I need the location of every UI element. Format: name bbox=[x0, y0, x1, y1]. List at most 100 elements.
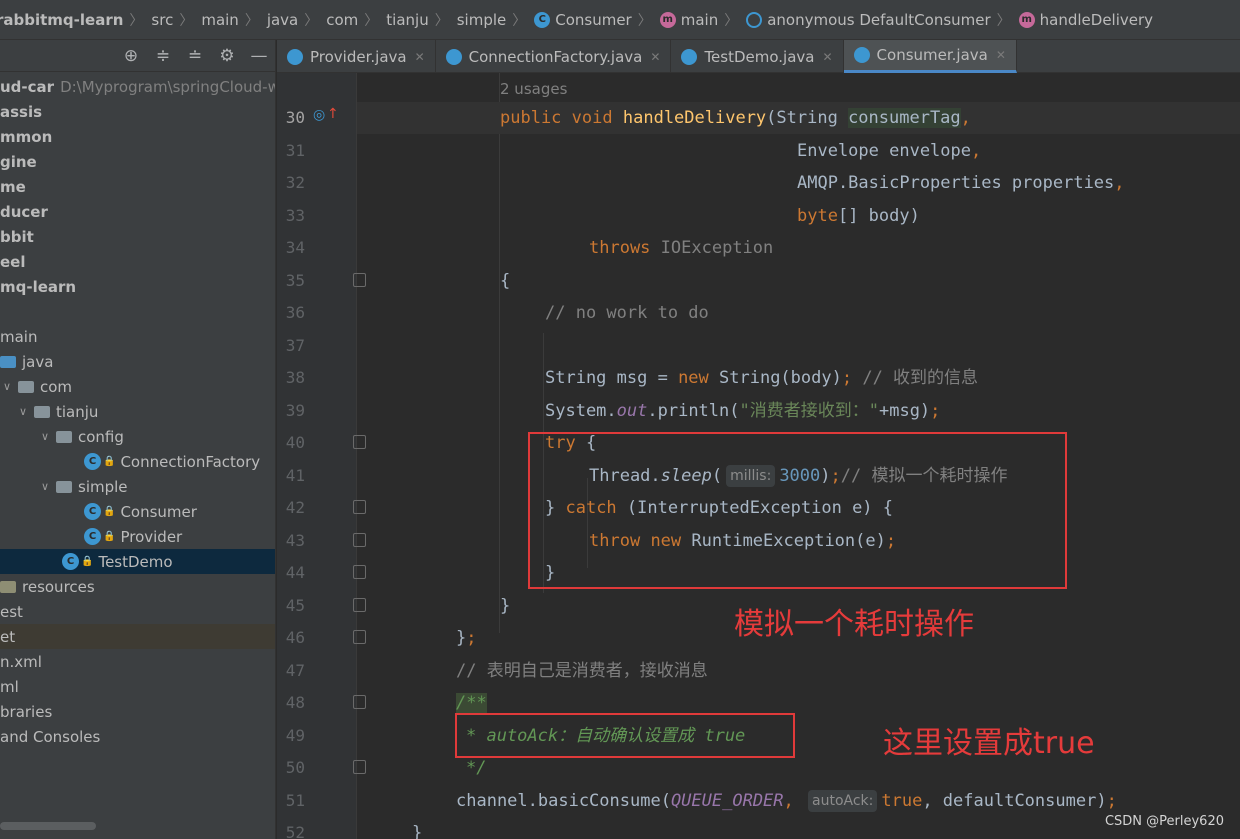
tree-item-java[interactable]: java bbox=[0, 349, 275, 374]
breadcrumb-label: rabbitmq-learn bbox=[0, 10, 124, 29]
tree-item-com[interactable]: ∨ com bbox=[0, 374, 275, 399]
chevron-down-icon[interactable]: ∨ bbox=[38, 430, 52, 443]
code-token: out bbox=[616, 401, 648, 421]
project-toolbar: ⊕ ≑ ≐ ⚙ — bbox=[0, 40, 275, 72]
tree-item-config[interactable]: ∨ config bbox=[0, 424, 275, 449]
breadcrumb-item-handle-delivery[interactable]: m handleDelivery bbox=[1018, 0, 1154, 39]
close-icon[interactable]: ✕ bbox=[996, 48, 1006, 62]
close-icon[interactable]: ✕ bbox=[650, 50, 660, 64]
tree-item-module[interactable]: assis bbox=[0, 99, 275, 124]
tree-item-external-libraries[interactable]: braries bbox=[0, 699, 275, 724]
arrow-up-icon[interactable]: ↑ bbox=[327, 106, 339, 122]
tree-item-xml[interactable]: ml bbox=[0, 674, 275, 699]
line-number: 38 bbox=[285, 368, 305, 387]
tree-item-test[interactable]: est bbox=[0, 599, 275, 624]
close-icon[interactable]: ✕ bbox=[415, 50, 425, 64]
code-token: // 表明自己是消费者，接收消息 bbox=[456, 661, 708, 681]
breadcrumb-item-main[interactable]: main 〉 bbox=[201, 0, 266, 39]
class-icon bbox=[853, 47, 870, 63]
override-icon[interactable]: ◎ bbox=[313, 107, 325, 123]
tree-item-blank[interactable] bbox=[0, 299, 275, 324]
package-icon bbox=[56, 430, 72, 443]
code-token: public bbox=[500, 108, 562, 128]
tree-item-label: braries bbox=[0, 702, 53, 721]
close-icon[interactable]: ✕ bbox=[822, 50, 832, 64]
tree-item-resources[interactable]: resources bbox=[0, 574, 275, 599]
code-token: , bbox=[971, 141, 982, 161]
tree-item-connection-factory[interactable]: C 🔒 ConnectionFactory bbox=[0, 449, 275, 474]
code-token: true bbox=[881, 791, 923, 811]
tree-item-module[interactable]: eel bbox=[0, 249, 275, 274]
tree-item-pom[interactable]: n.xml bbox=[0, 649, 275, 674]
tree-item-label: et bbox=[0, 627, 16, 646]
line-number: 35 bbox=[285, 271, 305, 290]
tab-label: Consumer.java bbox=[876, 46, 988, 64]
tree-item-target[interactable]: et bbox=[0, 624, 275, 649]
tree-item-label: java bbox=[22, 352, 54, 371]
code-token: ; bbox=[1106, 791, 1117, 811]
tab-connection-factory[interactable]: ConnectionFactory.java ✕ bbox=[436, 40, 672, 73]
tree-item-module[interactable]: me bbox=[0, 174, 275, 199]
line-number: 43 bbox=[285, 531, 305, 550]
breadcrumb-label: java bbox=[266, 10, 299, 29]
horizontal-scrollbar[interactable] bbox=[0, 822, 96, 830]
line-number: 49 bbox=[285, 726, 305, 745]
collapse-all-icon[interactable]: ≐ bbox=[185, 46, 205, 66]
anonymous-class-icon bbox=[746, 11, 763, 28]
breadcrumb-item-java[interactable]: java 〉 bbox=[266, 0, 326, 39]
line-number: 50 bbox=[285, 758, 305, 777]
tree-item-project[interactable]: ud-car D:\Myprogram\springCloud-w bbox=[0, 74, 275, 99]
chevron-right-icon: 〉 bbox=[364, 12, 379, 29]
tree-item-label: eel bbox=[0, 252, 26, 271]
tree-item-module[interactable]: ducer bbox=[0, 199, 275, 224]
breadcrumb-item-simple[interactable]: simple 〉 bbox=[457, 0, 535, 39]
tree-item-label: Provider bbox=[120, 527, 183, 546]
code-token: .println( bbox=[647, 401, 740, 421]
tree-item-scratches[interactable]: and Consoles bbox=[0, 724, 275, 749]
lock-icon: 🔒 bbox=[103, 531, 116, 542]
settings-icon[interactable]: ⚙ bbox=[217, 46, 237, 66]
breadcrumb-item-com[interactable]: com 〉 bbox=[326, 0, 386, 39]
tab-label: ConnectionFactory.java bbox=[468, 47, 643, 66]
tree-item-module[interactable]: mmon bbox=[0, 124, 275, 149]
breadcrumb-item-consumer[interactable]: C Consumer 〉 bbox=[534, 0, 660, 39]
code-usages[interactable]: 2 usages bbox=[500, 73, 567, 105]
chevron-down-icon[interactable]: ∨ bbox=[0, 380, 14, 393]
code-line-31: Envelope envelope, bbox=[797, 135, 981, 167]
tab-consumer[interactable]: Consumer.java ✕ bbox=[843, 40, 1017, 73]
breadcrumb-label: handleDelivery bbox=[1039, 10, 1154, 29]
tree-item-label: ConnectionFactory bbox=[120, 452, 261, 471]
tree-item-consumer[interactable]: C 🔒 Consumer bbox=[0, 499, 275, 524]
chevron-right-icon: 〉 bbox=[304, 12, 319, 29]
code-line-33: byte[] body) bbox=[797, 200, 920, 232]
line-number: 39 bbox=[285, 401, 305, 420]
tree-item-simple[interactable]: ∨ simple bbox=[0, 474, 275, 499]
tree-item-module[interactable]: bbit bbox=[0, 224, 275, 249]
tree-item-tianju[interactable]: ∨ tianju bbox=[0, 399, 275, 424]
breadcrumb-item-project[interactable]: rabbitmq-learn 〉 bbox=[0, 0, 151, 39]
tree-item-test-demo[interactable]: C 🔒 TestDemo bbox=[0, 549, 275, 574]
chevron-down-icon[interactable]: ∨ bbox=[38, 480, 52, 493]
tree-item-module-rabbitmq-learn[interactable]: mq-learn bbox=[0, 274, 275, 299]
tree-item-module[interactable]: gine bbox=[0, 149, 275, 174]
locate-icon[interactable]: ⊕ bbox=[121, 46, 141, 66]
tab-provider[interactable]: Provider.java ✕ bbox=[277, 40, 436, 73]
chevron-down-icon[interactable]: ∨ bbox=[16, 405, 30, 418]
code-token: */ bbox=[466, 758, 487, 778]
breadcrumb-item-anonymous[interactable]: anonymous DefaultConsumer 〉 bbox=[746, 0, 1018, 39]
usages-hint[interactable]: 2 usages bbox=[500, 80, 567, 98]
breadcrumb-item-src[interactable]: src 〉 bbox=[151, 0, 201, 39]
code-token: handleDelivery bbox=[622, 108, 767, 128]
breadcrumb-item-main-method[interactable]: m main 〉 bbox=[659, 0, 746, 39]
watermark: CSDN @Perley620 bbox=[1104, 814, 1224, 829]
hide-icon[interactable]: — bbox=[249, 46, 269, 66]
tab-test-demo[interactable]: TestDemo.java ✕ bbox=[671, 40, 844, 73]
code-token: ; bbox=[930, 401, 941, 421]
breadcrumb-item-tianju[interactable]: tianju 〉 bbox=[386, 0, 456, 39]
tree-item-main[interactable]: main bbox=[0, 324, 275, 349]
line-number: 40 bbox=[285, 433, 305, 452]
line-number: 33 bbox=[285, 206, 305, 225]
indent-guide bbox=[499, 73, 500, 633]
expand-all-icon[interactable]: ≑ bbox=[153, 46, 173, 66]
tree-item-provider[interactable]: C 🔒 Provider bbox=[0, 524, 275, 549]
